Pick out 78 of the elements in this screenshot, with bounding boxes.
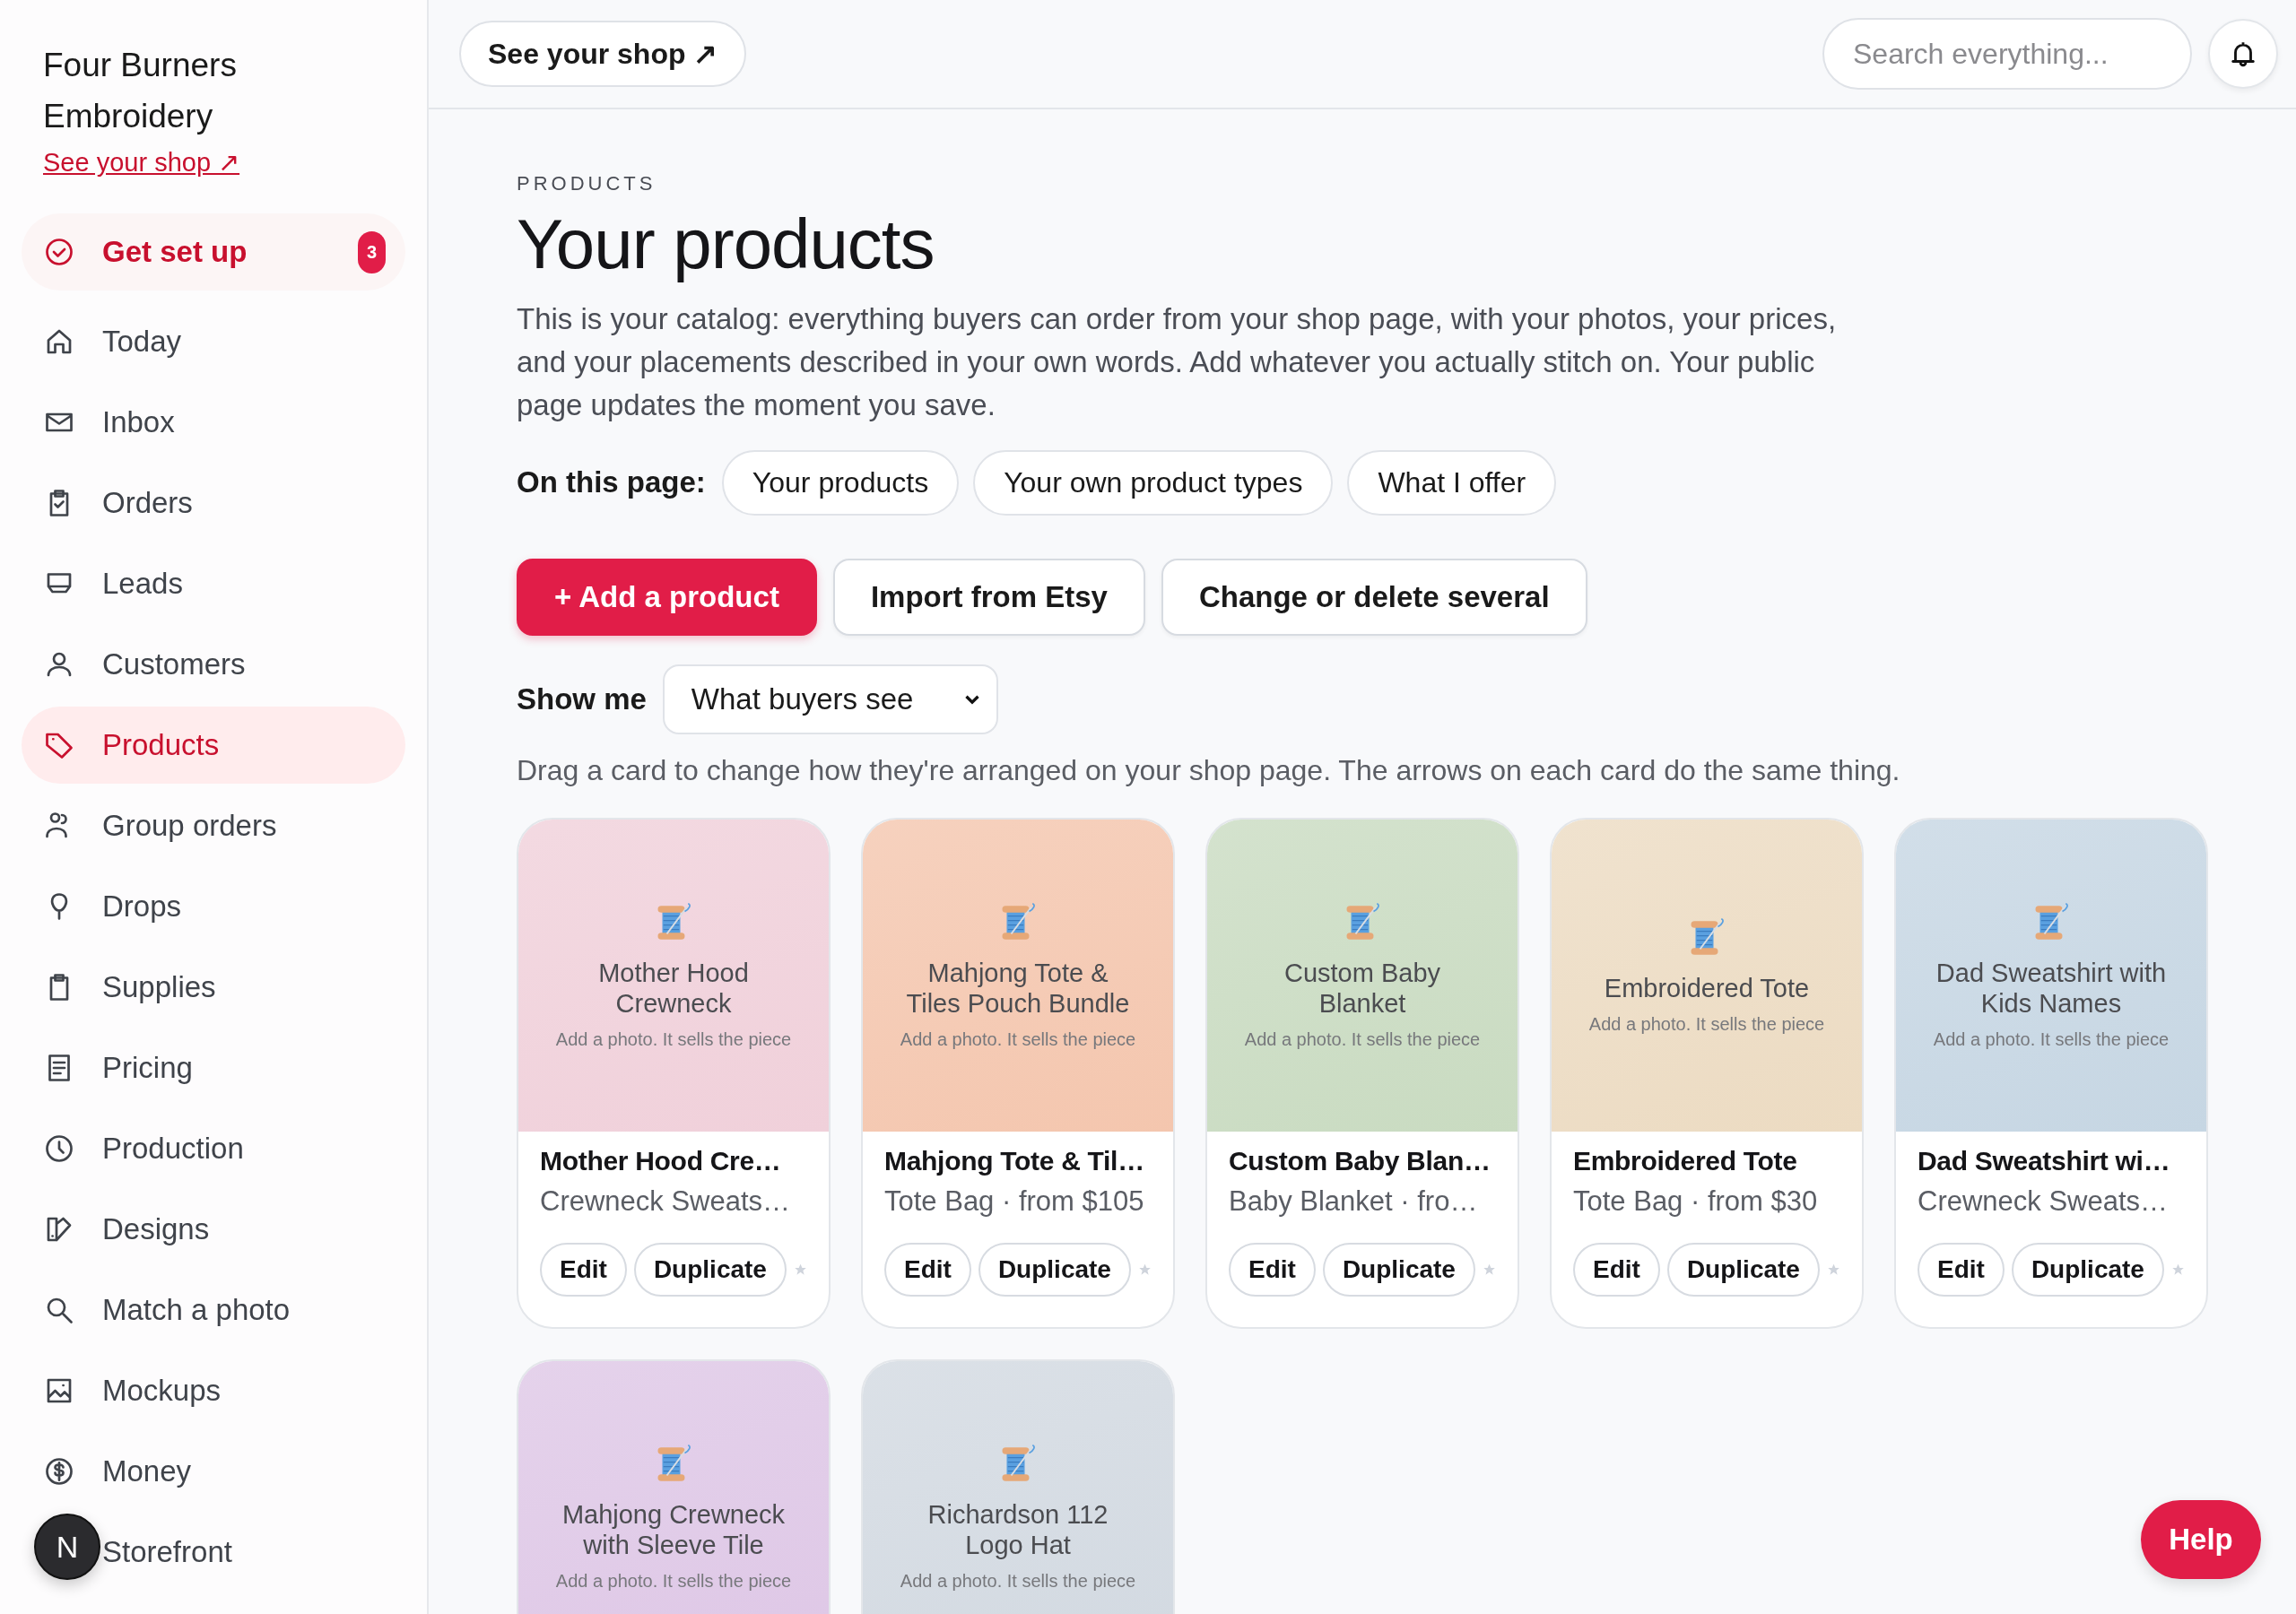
product-card[interactable]: Mahjong Tote & Tiles Pouch Bundle Add a photo. It sells the piece Mahjong Tote & Til… Tote Bag · from $105 Edit Duplicate [861, 817, 1175, 1329]
product-name: Dad Sweatshirt wi… [1918, 1145, 2171, 1176]
nav-item[interactable]: Group orders [22, 787, 405, 864]
placeholder-title: Dad Sweatshirt with Kids Names [1935, 958, 2168, 1020]
nav-item[interactable]: Match a photo [22, 1271, 405, 1349]
nav-item[interactable]: Designs [22, 1191, 405, 1268]
product-card[interactable]: Embroidered Tote Add a photo. It sells the piece Embroidered Tote Tote Bag · from $30 Edit Duplicate [1550, 817, 1864, 1329]
nav-item[interactable]: Supplies [22, 949, 405, 1026]
help-button[interactable]: Help [2141, 1500, 2261, 1579]
card-button[interactable]: Edit [540, 1242, 627, 1297]
product-detail: Baby Blanket · fro… [1229, 1184, 1479, 1218]
search-field[interactable]: Search everything... [1822, 18, 2192, 90]
placeholder-hint: Add a photo. It sells the piece [1588, 1014, 1825, 1036]
nav-item[interactable]: Leads [22, 545, 405, 622]
page-description: This is your catalog: everything buyers can order from your shop page, with your photos, your prices, and your placements described in your own words. Add whatever you actually stitch on. Your public page updates the moment you save. [517, 300, 1838, 423]
product-card[interactable]: Mahjong Crewneck with Sleeve Tile Add a photo. It sells the piece [517, 1358, 831, 1614]
nav-item[interactable]: Products [22, 707, 405, 784]
page-title: Your products [517, 204, 935, 285]
card-button[interactable]: Duplicate [978, 1242, 1131, 1297]
nav-item[interactable]: Pricing [22, 1029, 405, 1106]
placeholder-hint: Add a photo. It sells the piece [555, 1571, 792, 1592]
jump-label: On this page: [517, 465, 706, 500]
card-button[interactable]: Duplicate [1666, 1242, 1820, 1297]
jump-link[interactable]: Your products [721, 449, 960, 516]
placeholder-title: Richardson 112 Logo Hat [926, 1499, 1109, 1561]
action-button[interactable]: Import from Etsy [832, 558, 1145, 636]
placeholder-title: Custom Baby Blanket [1283, 958, 1442, 1020]
product-detail: Tote Bag · from $105 [884, 1184, 1145, 1218]
nav-item[interactable]: Today [22, 303, 405, 380]
action-button[interactable]: Change or delete several [1161, 558, 1587, 636]
drag-hint: Drag a card to change how they're arranged on your shop page. The arrows on each card do the same thing. [517, 753, 1901, 787]
product-name: Mahjong Tote & Til… [884, 1145, 1145, 1176]
setup-nav-item[interactable]: Get set up 3 [22, 213, 405, 291]
product-name: Custom Baby Blan… [1229, 1145, 1492, 1176]
card-button[interactable]: Duplicate [2011, 1242, 2164, 1297]
product-detail: Crewneck Sweats… [540, 1184, 792, 1218]
placeholder-hint: Add a photo. It sells the piece [900, 1571, 1136, 1592]
jump-link[interactable]: What I offer [1347, 449, 1557, 516]
nav-item[interactable]: Mockups [22, 1352, 405, 1429]
nav-item[interactable]: Drops [22, 868, 405, 945]
nav-item[interactable]: Inbox [22, 384, 405, 461]
card-button[interactable]: Duplicate [1322, 1242, 1475, 1297]
placeholder-hint: Add a photo. It sells the piece [1933, 1029, 2170, 1051]
product-card[interactable]: Custom Baby Blanket Add a photo. It sells the piece Custom Baby Blan… Baby Blanket · fro… Edit Duplicate [1205, 817, 1519, 1329]
section-label: PRODUCTS [517, 172, 657, 195]
nav-item[interactable]: Customers [22, 626, 405, 703]
dollar-icon [43, 1455, 75, 1488]
product-card[interactable]: Richardson 112 Logo Hat Add a photo. It sells the piece [861, 1358, 1175, 1614]
placeholder-hint: Add a photo. It sells the piece [1244, 1029, 1481, 1051]
placeholder-title: Mahjong Crewneck with Sleeve Tile [561, 1499, 787, 1561]
card-button[interactable]: Edit [1229, 1242, 1316, 1297]
shop-name: Four Burners Embroidery [42, 46, 238, 136]
card-button[interactable]: Edit [1573, 1242, 1660, 1297]
jump-link[interactable]: Your own product types [973, 449, 1334, 516]
placeholder-title: Embroidered Tote [1604, 973, 1810, 1004]
product-card[interactable]: Mother Hood Crewneck Add a photo. It sells the piece Mother Hood Cre… Crewneck Sweats… Edit Duplicate [517, 817, 831, 1329]
nav-item[interactable]: Money [22, 1433, 405, 1510]
see-shop-button[interactable]: See your shop ↗ [459, 21, 747, 87]
product-name: Mother Hood Cre… [540, 1145, 782, 1176]
card-button[interactable]: Duplicate [633, 1242, 787, 1297]
card-button[interactable]: Edit [1918, 1242, 2005, 1297]
card-button[interactable]: Edit [884, 1242, 971, 1297]
clock-icon [43, 1132, 75, 1165]
view-label: Show me [517, 681, 647, 716]
product-card[interactable]: Dad Sweatshirt with Kids Names Add a photo. It sells the piece Dad Sweatshirt wi… Crewneck Sweats… Edit Duplicate [1894, 817, 2208, 1329]
nav-item[interactable]: Production [22, 1110, 405, 1187]
add-product-button[interactable]: + Add a product [517, 558, 817, 636]
see-shop-link[interactable]: See your shop ↗ [43, 147, 240, 178]
view-select[interactable]: What buyers see [662, 664, 998, 734]
placeholder-hint: Add a photo. It sells the piece [555, 1029, 792, 1051]
placeholder-hint: Add a photo. It sells the piece [900, 1029, 1136, 1051]
placeholder-title: Mahjong Tote & Tiles Pouch Bundle [905, 958, 1131, 1020]
product-detail: Crewneck Sweats… [1918, 1184, 2170, 1218]
nav-item[interactable]: Orders [22, 464, 405, 542]
placeholder-title: Mother Hood Crewneck [597, 958, 750, 1020]
count-badge: 3 [357, 230, 386, 273]
product-detail: Tote Bag · from $30 [1573, 1184, 1819, 1218]
product-name: Embroidered Tote [1573, 1145, 1798, 1176]
